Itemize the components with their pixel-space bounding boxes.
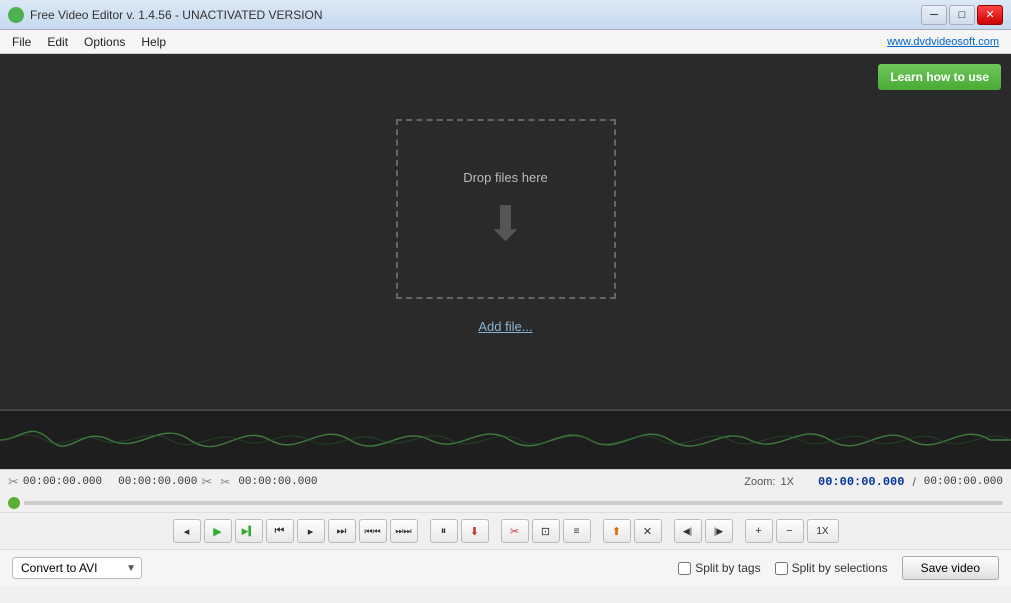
step-forward-button[interactable]: ▸ (297, 519, 325, 543)
menu-help[interactable]: Help (133, 33, 174, 51)
next-frame-button[interactable]: |▶ (705, 519, 733, 543)
clip-button[interactable]: ⊡ (532, 519, 560, 543)
export-button[interactable]: ⬇ (461, 519, 489, 543)
menu-edit[interactable]: Edit (39, 33, 76, 51)
zoom-reset-button[interactable]: 1X (807, 519, 839, 543)
export-clip-button[interactable]: ⬆ (603, 519, 631, 543)
waveform-svg (0, 411, 1011, 469)
save-video-button[interactable]: Save video (902, 556, 999, 580)
close-button[interactable]: ✕ (977, 5, 1003, 25)
add-file-link[interactable]: Add file... (478, 319, 532, 334)
cut-end-time: 00:00:00.000 (238, 476, 317, 488)
website-link[interactable]: www.dvdvideosoft.com (887, 36, 999, 48)
bottom-bar: Convert to AVI Convert to MP4 Convert to… (0, 549, 1011, 586)
playhead-indicator (8, 497, 20, 509)
window-title: Free Video Editor v. 1.4.56 - UNACTIVATE… (30, 8, 921, 22)
equalizer-button[interactable]: ≡ (563, 519, 591, 543)
options-group: Split by tags Split by selections Save v… (678, 556, 999, 580)
play-smooth-button[interactable]: ▶▍ (235, 519, 263, 543)
delete-clip-button[interactable]: ✕ (634, 519, 662, 543)
fast-forward-button[interactable]: ⏭⏭ (390, 519, 418, 543)
timeline-bar: ✂ 00:00:00.000 00:00:00.000 ✂ ✂ 00:00:00… (0, 469, 1011, 494)
format-select[interactable]: Convert to AVI Convert to MP4 Convert to… (12, 557, 142, 579)
split-tags-text: Split by tags (695, 561, 760, 575)
cut-end-icon: ✂ (201, 474, 212, 490)
progress-slider[interactable] (24, 501, 1003, 505)
current-time-display: 00:00:00.000 (818, 475, 904, 489)
total-time-display: 00:00:00.000 (924, 476, 1003, 488)
menu-bar: File Edit Options Help www.dvdvideosoft.… (0, 30, 1011, 54)
prev-frame-button[interactable]: ◀| (674, 519, 702, 543)
waveform-display (0, 409, 1011, 469)
fast-back-button[interactable]: ⏮⏮ (359, 519, 387, 543)
title-bar: Free Video Editor v. 1.4.56 - UNACTIVATE… (0, 0, 1011, 30)
learn-how-button[interactable]: Learn how to use (878, 64, 1001, 90)
minimize-button[interactable]: ─ (921, 5, 947, 25)
split-tags-checkbox[interactable] (678, 562, 691, 575)
menu-file[interactable]: File (4, 33, 39, 51)
playback-controls: ◂ ▶ ▶▍ ⏮ ▸ ⏭ ⏮⏮ ⏭⏭ ⏸ ⬇ ✂ ⊡ ≡ ⬆ ✕ ◀| |▶ +… (0, 512, 1011, 549)
zoom-label: Zoom: 1X (744, 476, 794, 488)
cut-start-time: 00:00:00.000 (23, 476, 102, 488)
play-button[interactable]: ▶ (204, 519, 232, 543)
drop-arrow-icon: ⬇ (485, 201, 525, 249)
skip-end-button[interactable]: ⏭ (328, 519, 356, 543)
menu-options[interactable]: Options (76, 33, 133, 51)
split-tags-label[interactable]: Split by tags (678, 561, 760, 575)
split-selections-text: Split by selections (792, 561, 888, 575)
app-icon (8, 7, 24, 23)
cut-button[interactable]: ✂ (501, 519, 529, 543)
window-controls: ─ □ ✕ (921, 5, 1003, 25)
split-selections-label[interactable]: Split by selections (775, 561, 888, 575)
time-separator: / (912, 475, 915, 489)
video-area: Learn how to use Drop files here ⬇ Add f… (0, 54, 1011, 409)
zoom-in-button[interactable]: + (745, 519, 773, 543)
cut-start-icon: ✂ (8, 474, 19, 490)
pause-button[interactable]: ⏸ (430, 519, 458, 543)
step-back-button[interactable]: ◂ (173, 519, 201, 543)
drop-zone[interactable]: Drop files here ⬇ (396, 119, 616, 299)
maximize-button[interactable]: □ (949, 5, 975, 25)
progress-row (0, 494, 1011, 512)
cut-middle-time: 00:00:00.000 (118, 476, 197, 488)
skip-start-button[interactable]: ⏮ (266, 519, 294, 543)
split-selections-checkbox[interactable] (775, 562, 788, 575)
format-selector-wrapper: Convert to AVI Convert to MP4 Convert to… (12, 557, 142, 579)
zoom-out-button[interactable]: − (776, 519, 804, 543)
drop-text: Drop files here (463, 170, 548, 185)
